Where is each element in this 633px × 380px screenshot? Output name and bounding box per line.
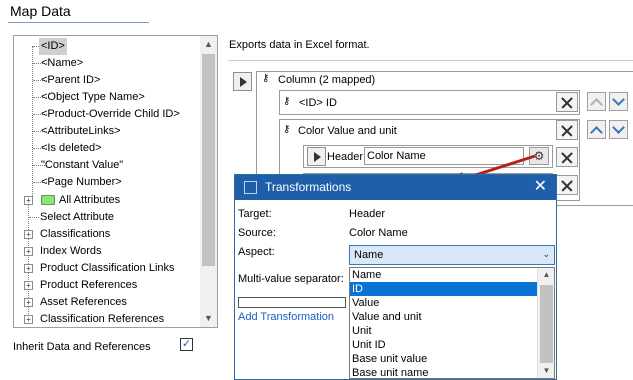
expand-icon[interactable]: + — [24, 315, 33, 324]
move-down-button[interactable] — [609, 120, 628, 139]
color-group-label: Color Value and unit — [298, 125, 397, 137]
key-icon: ⚷ — [262, 73, 270, 84]
transformations-dialog: Transformations ✕ Target: Header Source:… — [234, 174, 557, 380]
tree-item-label: Product References — [40, 279, 138, 291]
header-play-button[interactable] — [307, 147, 326, 166]
tree-scrollbar[interactable]: ▲ ▼ — [200, 36, 217, 327]
expand-icon[interactable]: + — [24, 230, 33, 239]
column-play-button[interactable] — [233, 72, 252, 91]
tree-item-label: <Name> — [41, 57, 84, 69]
tree-item-label: <Parent ID> — [41, 74, 101, 86]
remove-color-group-button[interactable] — [556, 120, 578, 140]
aspect-option[interactable]: Base unit value — [350, 352, 538, 366]
tree-item-label: <Is deleted> — [41, 142, 102, 154]
add-transformation-link[interactable]: Add Transformation — [238, 311, 334, 323]
aspect-option[interactable]: Unit — [350, 324, 538, 338]
scroll-down-icon[interactable]: ▼ — [200, 310, 217, 327]
separator-input[interactable] — [238, 297, 346, 308]
aspect-option[interactable]: Value — [350, 296, 538, 310]
move-up-button[interactable] — [587, 120, 606, 139]
dialog-title: Transformations — [265, 180, 352, 194]
aspect-select[interactable]: Name ⌄ — [349, 245, 555, 265]
expand-icon[interactable]: + — [24, 281, 33, 290]
tree-item-label: <Page Number> — [41, 176, 122, 188]
source-value: Color Name — [349, 227, 408, 239]
window-icon — [244, 181, 257, 194]
id-mapping-label: <ID> ID — [299, 97, 337, 109]
dialog-title-bar[interactable]: Transformations ✕ — [235, 175, 556, 200]
tree-item-label: <ID> — [39, 38, 67, 55]
target-label: Target: — [238, 208, 272, 220]
tree-item-label: <Object Type Name> — [41, 91, 145, 103]
scroll-down-icon[interactable]: ▼ — [538, 364, 554, 378]
tree-item-label: <Product-Override Child ID> — [41, 108, 180, 120]
divider — [228, 60, 633, 61]
source-label: Source: — [238, 227, 276, 239]
scroll-up-icon[interactable]: ▲ — [538, 268, 554, 282]
tree-item-label: Asset References — [40, 296, 127, 308]
target-value: Header — [349, 208, 386, 220]
attribute-tree[interactable]: <ID> <Name> <Parent ID> <Object Type Nam… — [13, 35, 218, 328]
column-label: Column (2 mapped) — [278, 74, 376, 86]
remove-row-button[interactable] — [556, 175, 578, 195]
chevron-down-icon: ⌄ — [542, 249, 550, 259]
tree-item-label: Select Attribute — [40, 211, 114, 223]
tree-item-label: Product Classification Links — [40, 262, 175, 274]
expand-icon[interactable]: + — [24, 298, 33, 307]
title-underline — [8, 22, 149, 23]
separator-label: Multi-value separator: — [238, 273, 344, 285]
tree-item-label: Classifications — [40, 228, 111, 240]
inherit-label: Inherit Data and References — [13, 341, 151, 353]
expand-icon[interactable]: + — [24, 247, 33, 256]
folder-icon — [41, 195, 55, 205]
move-down-button[interactable] — [609, 92, 628, 111]
tree-item-label: All Attributes — [59, 194, 121, 206]
tree-item-label: Index Words — [40, 245, 102, 257]
scroll-thumb[interactable] — [540, 285, 553, 363]
aspect-option[interactable]: Base unit name — [350, 366, 538, 378]
scroll-thumb[interactable] — [202, 54, 215, 266]
remove-id-mapping-button[interactable] — [556, 92, 578, 112]
id-mapping-row[interactable]: ⚷ <ID> ID — [279, 90, 580, 115]
expand-icon[interactable]: + — [24, 196, 33, 205]
tree-connector — [32, 46, 33, 196]
page-title: Map Data — [10, 3, 71, 19]
key-icon: ⚷ — [283, 124, 291, 135]
tree-item-label: <AttributeLinks> — [41, 125, 121, 137]
aspect-option[interactable]: Unit ID — [350, 338, 538, 352]
aspect-select-value: Name — [354, 249, 384, 261]
aspect-option[interactable]: Value and unit — [350, 310, 538, 324]
key-icon: ⚷ — [283, 96, 291, 107]
scroll-up-icon[interactable]: ▲ — [200, 36, 217, 53]
tree-item-label: "Constant Value" — [41, 159, 124, 171]
inherit-checkbox[interactable]: ✓ — [180, 338, 193, 351]
remove-header-button[interactable] — [556, 147, 578, 167]
move-up-button[interactable] — [587, 92, 606, 111]
expand-icon[interactable]: + — [24, 264, 33, 273]
list-scrollbar[interactable]: ▲ ▼ — [537, 268, 554, 378]
close-icon[interactable]: ✕ — [534, 178, 547, 196]
aspect-options-list[interactable]: Name ID Value Value and unit Unit Unit I… — [349, 267, 555, 379]
aspect-option-selected[interactable]: ID — [350, 282, 538, 296]
aspect-label: Aspect: — [238, 246, 275, 258]
tree-item-label: Classification References — [40, 313, 165, 325]
aspect-option[interactable]: Name — [350, 268, 538, 282]
export-description: Exports data in Excel format. — [229, 39, 370, 51]
header-label: Header — [327, 151, 364, 163]
